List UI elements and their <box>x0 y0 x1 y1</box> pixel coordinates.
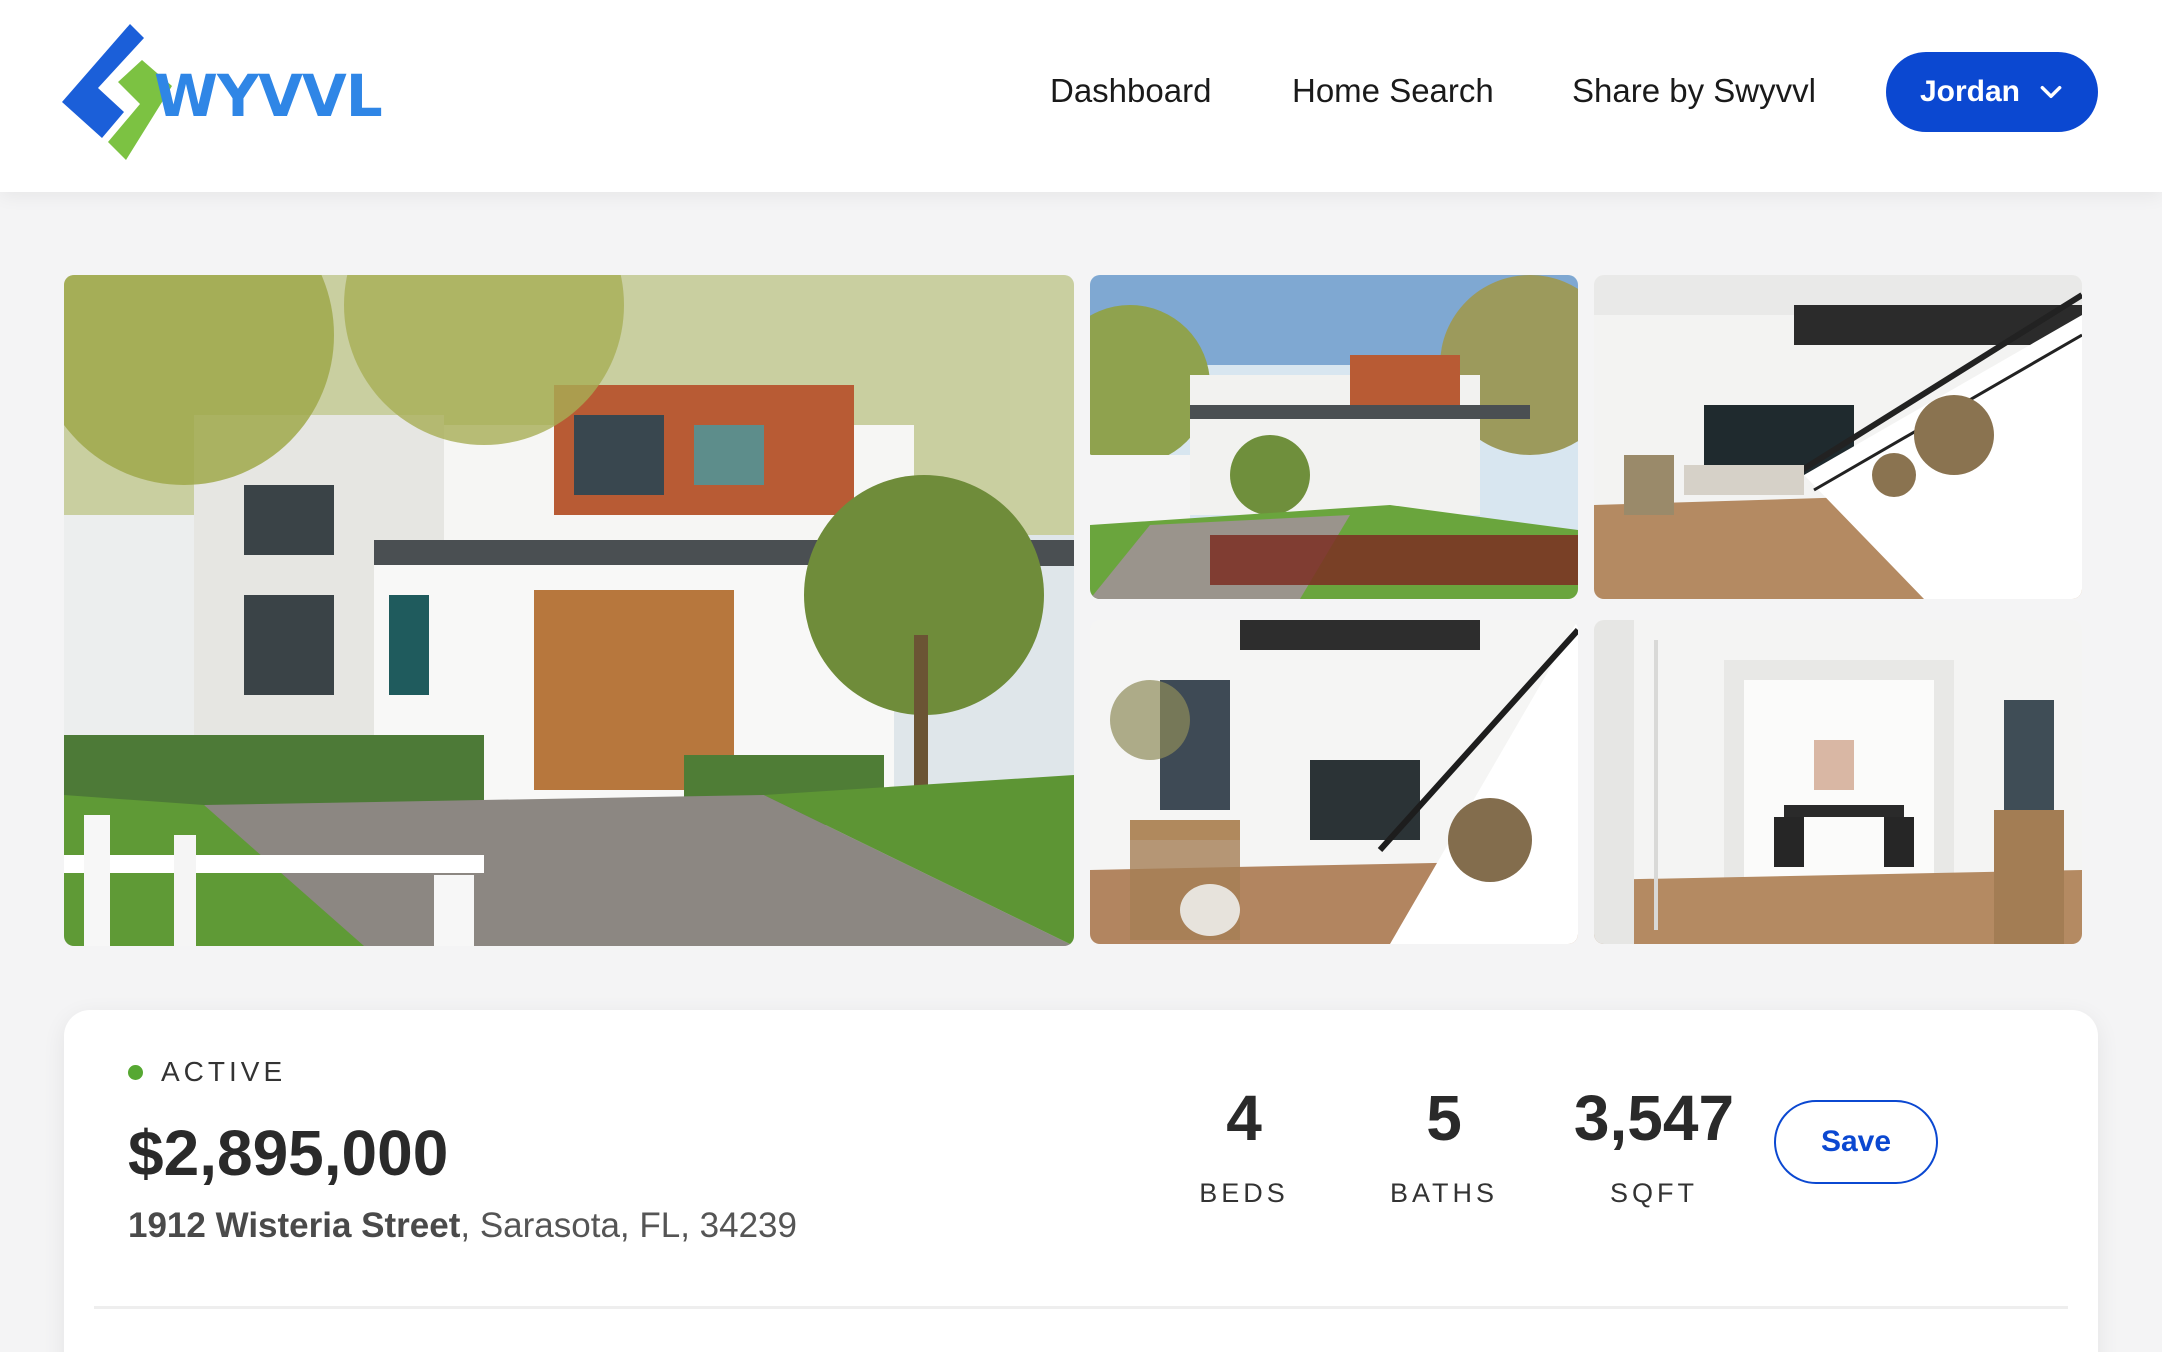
baths-value: 5 <box>1426 1082 1462 1154</box>
chevron-down-icon <box>2040 85 2062 99</box>
photo-house-exterior-main[interactable] <box>64 275 1074 946</box>
photo-staircase-living-room[interactable] <box>1594 275 2082 599</box>
baths-label: BATHS <box>1389 1178 1498 1208</box>
beds-label: BEDS <box>1199 1178 1289 1208</box>
nav-dashboard[interactable]: Dashboard <box>1050 72 1211 110</box>
stat-beds: 4 BEDS <box>1184 1086 1304 1209</box>
beds-value: 4 <box>1226 1082 1262 1154</box>
address-street: 1912 Wisteria Street <box>128 1206 461 1245</box>
photo-house-exterior-wide[interactable] <box>1090 275 1578 599</box>
nav-share-by-swyvvl[interactable]: Share by Swyvvl <box>1572 72 1816 110</box>
photo-entry-hallway-staircase[interactable] <box>1090 620 1578 944</box>
status-dot-icon <box>128 1064 143 1080</box>
top-header: WYVVL Dashboard Home Search Share by Swy… <box>0 0 2162 192</box>
card-divider <box>94 1306 2068 1309</box>
status-badge: ACTIVE <box>128 1056 286 1088</box>
photo-home-office-doorway[interactable] <box>1594 620 2082 944</box>
user-menu-button[interactable]: Jordan <box>1886 52 2098 132</box>
nav-home-search[interactable]: Home Search <box>1292 72 1494 110</box>
swyvvl-logo[interactable]: WYVVL <box>62 20 383 162</box>
stat-baths: 5 BATHS <box>1374 1086 1514 1209</box>
status-text: ACTIVE <box>161 1056 287 1087</box>
logo-text: WYVVL <box>154 62 383 130</box>
save-button[interactable]: Save <box>1774 1100 1938 1184</box>
listing-price: $2,895,000 <box>128 1117 449 1189</box>
listing-address: 1912 Wisteria Street, Sarasota, FL, 3423… <box>128 1206 797 1246</box>
listing-summary-card: ACTIVE $2,895,000 1912 Wisteria Street, … <box>64 1010 2098 1352</box>
address-city-state-zip: , Sarasota, FL, 34239 <box>460 1206 797 1245</box>
sqft-label: SQFT <box>1610 1178 1698 1208</box>
stat-sqft: 3,547 SQFT <box>1544 1086 1764 1209</box>
sqft-value: 3,547 <box>1573 1082 1735 1154</box>
user-name: Jordan <box>1919 75 2021 108</box>
